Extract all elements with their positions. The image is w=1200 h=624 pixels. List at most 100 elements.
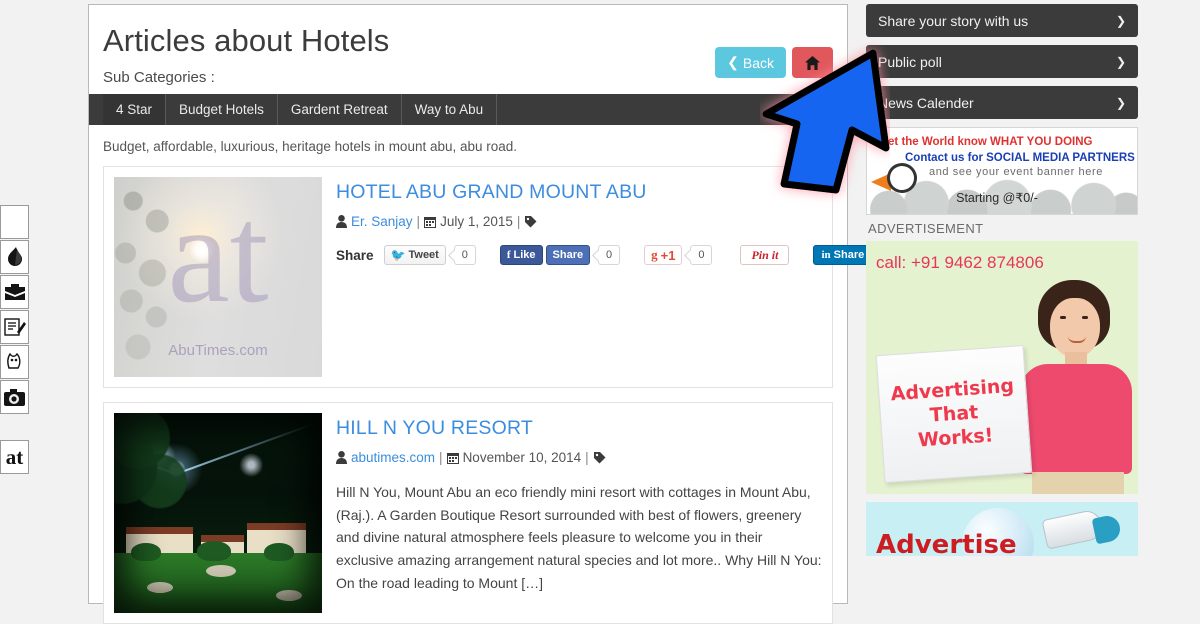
tab-budget-hotels[interactable]: Budget Hotels <box>166 94 278 125</box>
article-date: November 10, 2014 <box>462 450 582 465</box>
notepad-pencil-icon-glyph <box>3 318 26 336</box>
vignette-decoration <box>114 413 322 613</box>
widget-title: News Calender <box>878 94 974 111</box>
camera-icon-glyph <box>4 388 25 406</box>
tab-label: Budget Hotels <box>179 102 264 117</box>
tab-label: Gardent Retreat <box>290 102 388 117</box>
widget-news-calender[interactable]: News Calender ❯ <box>866 86 1138 119</box>
advertise-ad[interactable]: Advertise <box>866 502 1138 556</box>
tab-label: 4 Star <box>116 102 153 117</box>
facebook-share-group: f Like Share 0 <box>499 245 621 265</box>
article-title-link[interactable]: HILL N YOU RESORT <box>336 417 822 440</box>
article-body: HILL N YOU RESORT abutimes.com | Novembe… <box>336 413 822 613</box>
facebook-like-button[interactable]: f Like <box>499 245 543 265</box>
left-toolbar-rail: at <box>0 0 30 594</box>
chat-label-text: at <box>5 444 24 469</box>
rail-item-blank[interactable] <box>0 205 29 239</box>
chevron-down-icon: ❯ <box>1115 54 1126 69</box>
article-meta: abutimes.com | November 10, 2014 | <box>336 450 822 465</box>
banner-line-3: and see your event banner here <box>929 166 1103 178</box>
google-plus-share-group: g +1 0 <box>644 245 713 265</box>
google-plus-icon: g <box>651 247 658 262</box>
watermark-logo-text: at <box>167 177 269 332</box>
article-card: HILL N YOU RESORT abutimes.com | Novembe… <box>103 402 833 624</box>
article-thumbnail[interactable]: at AbuTimes.com <box>114 177 322 377</box>
tab-gardent-retreat[interactable]: Gardent Retreat <box>278 94 402 125</box>
camera-icon[interactable] <box>0 380 29 414</box>
twitter-bird-icon: 🐦 <box>390 248 406 262</box>
watermark-site-text: AbuTimes.com <box>168 342 268 359</box>
google-plus-button[interactable]: g +1 <box>644 245 683 265</box>
home-icon <box>805 55 820 70</box>
megaphone-tip-decoration <box>1091 513 1123 545</box>
article-body: HOTEL ABU GRAND MOUNT ABU Er. Sanjay | J… <box>336 177 873 377</box>
article-meta: Er. Sanjay | July 1, 2015 | <box>336 214 822 229</box>
chevron-down-icon: ❯ <box>1115 95 1126 110</box>
meta-separator: | <box>516 214 521 229</box>
advertise-word: Advertise <box>876 530 1017 556</box>
tweet-count: 0 <box>453 245 476 265</box>
facebook-share-button[interactable]: Share <box>545 245 591 265</box>
article-thumbnail[interactable] <box>114 413 322 613</box>
ad-phone-number: call: +91 9462 874806 <box>876 253 1044 272</box>
linkedin-share-button[interactable]: in Share <box>813 245 873 265</box>
pinterest-label: Pin it <box>751 247 779 262</box>
tab-label: Way to Abu <box>414 102 484 117</box>
linkedin-label: Share <box>833 249 865 261</box>
subcategory-tab-bar: 4 Star Budget Hotels Gardent Retreat Way… <box>89 94 847 125</box>
ad-sign-line-1: Advertising <box>889 374 1015 406</box>
back-button[interactable]: ❮ Back <box>715 47 786 78</box>
google-plus-count: 0 <box>690 245 713 265</box>
tab-way-to-abu[interactable]: Way to Abu <box>402 94 498 125</box>
calendar-icon <box>446 452 459 464</box>
chat-label-button[interactable]: at <box>0 440 29 474</box>
linkedin-icon: in <box>821 249 831 261</box>
banner-line-2: Contact us for SOCIAL MEDIA PARTNERS <box>905 152 1135 164</box>
article-card: at AbuTimes.com HOTEL ABU GRAND MOUNT AB… <box>103 166 873 388</box>
meta-separator: | <box>416 214 421 229</box>
widget-public-poll[interactable]: Public poll ❯ <box>866 45 1138 78</box>
tag-icon <box>593 452 606 464</box>
chevron-left-icon: ❮ <box>727 54 739 70</box>
article-author-link[interactable]: Er. Sanjay <box>351 214 413 229</box>
meta-separator: | <box>585 450 589 465</box>
tweet-button[interactable]: 🐦 Tweet <box>383 245 446 265</box>
social-media-partner-banner[interactable]: Let the World know WHAT YOU DOING Contac… <box>866 127 1138 215</box>
main-content-panel: Articles about Hotels Sub Categories : ❮… <box>88 4 873 624</box>
flame-icon[interactable] <box>0 240 29 274</box>
article-excerpt: Hill N You, Mount Abu an eco friendly mi… <box>336 484 822 591</box>
social-share-row: Share 🐦 Tweet 0 f Like Share 0 g +1 0 Pi… <box>336 245 873 265</box>
google-plus-label: +1 <box>660 247 676 263</box>
tab-4-star[interactable]: 4 Star <box>103 94 167 125</box>
share-label: Share <box>336 247 374 263</box>
advertising-that-works-ad[interactable]: call: +91 9462 874806 Advertising That W… <box>866 241 1138 494</box>
facebook-share-label: Share <box>552 249 584 261</box>
facebook-icon: f <box>506 249 511 261</box>
article-author-link[interactable]: abutimes.com <box>351 450 435 465</box>
ad-sign-line-2: That <box>929 401 979 427</box>
calendar-icon <box>424 216 437 228</box>
person-icon <box>336 451 347 464</box>
chevron-down-icon: ❯ <box>1115 13 1126 28</box>
ad-sign: Advertising That Works! <box>875 344 1033 484</box>
facebook-count: 0 <box>598 245 621 265</box>
banner-line-1: Let the World know WHAT YOU DOING <box>881 136 1093 148</box>
notepad-pencil-icon[interactable] <box>0 310 29 344</box>
ad-sign-line-3: Works! <box>917 424 995 452</box>
right-sidebar: Share your story with us ❯ Public poll ❯… <box>866 4 1138 556</box>
briefcase-icon-glyph <box>4 284 25 300</box>
pinterest-button[interactable]: Pin it <box>740 245 790 265</box>
animal-icon-glyph <box>6 352 20 369</box>
banner-price-line: Starting @₹0/- <box>956 191 1038 205</box>
tag-icon <box>525 216 537 228</box>
article-title-link[interactable]: HOTEL ABU GRAND MOUNT ABU <box>336 181 822 204</box>
back-button-label: Back <box>742 54 774 71</box>
subcategory-description: Budget, affordable, luxurious, heritage … <box>103 139 518 154</box>
widget-share-your-story[interactable]: Share your story with us ❯ <box>866 4 1138 37</box>
facebook-like-label: Like <box>513 249 536 261</box>
twitter-share-group: 🐦 Tweet 0 <box>383 245 476 265</box>
briefcase-icon[interactable] <box>0 275 29 309</box>
header-button-group: ❮ Back <box>715 47 833 78</box>
animal-icon[interactable] <box>0 345 29 379</box>
home-button[interactable] <box>792 47 833 78</box>
